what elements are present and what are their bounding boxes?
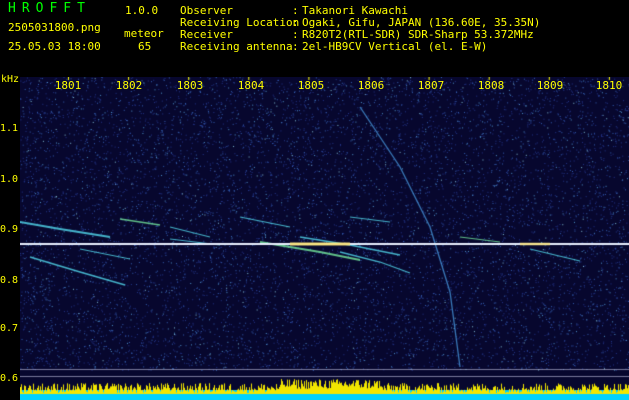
x-tick-label: 1806	[357, 79, 385, 92]
capture-datetime: 25.05.03 18:00	[8, 40, 101, 53]
x-tick-label: 1809	[536, 79, 564, 92]
y-axis-unit: kHz	[1, 74, 20, 85]
x-tick-label: 1810	[595, 79, 623, 92]
app-title: HROFFT	[8, 1, 91, 16]
antenna-label: Receiving antenna	[180, 40, 293, 53]
image-filename: 2505031800.png	[8, 21, 101, 34]
app-version: 1.0.0	[125, 4, 159, 17]
hrofft-window: HROFFT 1.0.0 2505031800.png 25.05.03 18:…	[0, 0, 629, 400]
meteor-count-value: 65	[138, 40, 152, 53]
y-tick-label: 0.7	[0, 323, 19, 334]
y-tick-label: 1.1	[0, 123, 19, 134]
x-tick-label: 1804	[237, 79, 265, 92]
x-tick-label: 1805	[297, 79, 325, 92]
y-tick-label: 0.9	[0, 224, 19, 235]
x-tick-label: 1808	[477, 79, 505, 92]
y-tick-label: 1.0	[0, 174, 19, 185]
x-tick-label: 1802	[115, 79, 143, 92]
spectrogram-canvas	[20, 77, 629, 400]
y-tick-label: 0.6	[0, 373, 19, 384]
y-tick-label: 0.8	[0, 275, 19, 286]
antenna-separator: :	[292, 40, 299, 53]
x-tick-label: 1801	[54, 79, 82, 92]
x-tick-label: 1803	[176, 79, 204, 92]
antenna-value: 2el-HB9CV Vertical (el. E-W)	[302, 40, 488, 53]
x-tick-label: 1807	[417, 79, 445, 92]
meteor-count-label: meteor	[124, 27, 164, 40]
